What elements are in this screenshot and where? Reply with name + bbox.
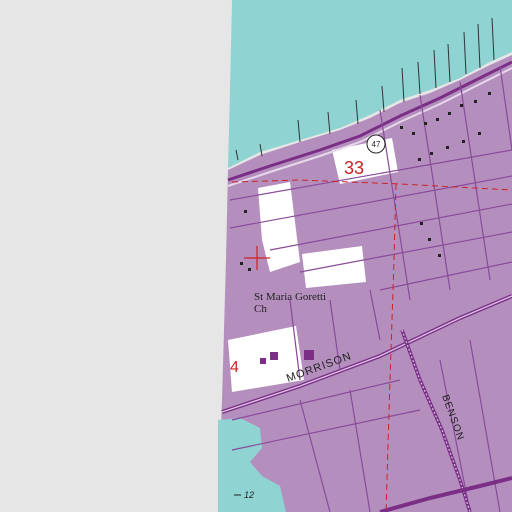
topo-map[interactable]: 47 33 4 St Maria Goretti Ch MORRISON BEN… xyxy=(0,0,512,512)
section-33-label: 33 xyxy=(344,158,364,178)
church-label-line1: St Maria Goretti xyxy=(254,291,326,303)
map-canvas[interactable]: 47 33 4 St Maria Goretti Ch MORRISON BEN… xyxy=(0,0,512,512)
section-4-label: 4 xyxy=(230,359,239,376)
elevation-label: 12 xyxy=(244,490,254,500)
route-shield-label: 47 xyxy=(372,140,381,149)
church-label-line2: Ch xyxy=(254,303,267,315)
